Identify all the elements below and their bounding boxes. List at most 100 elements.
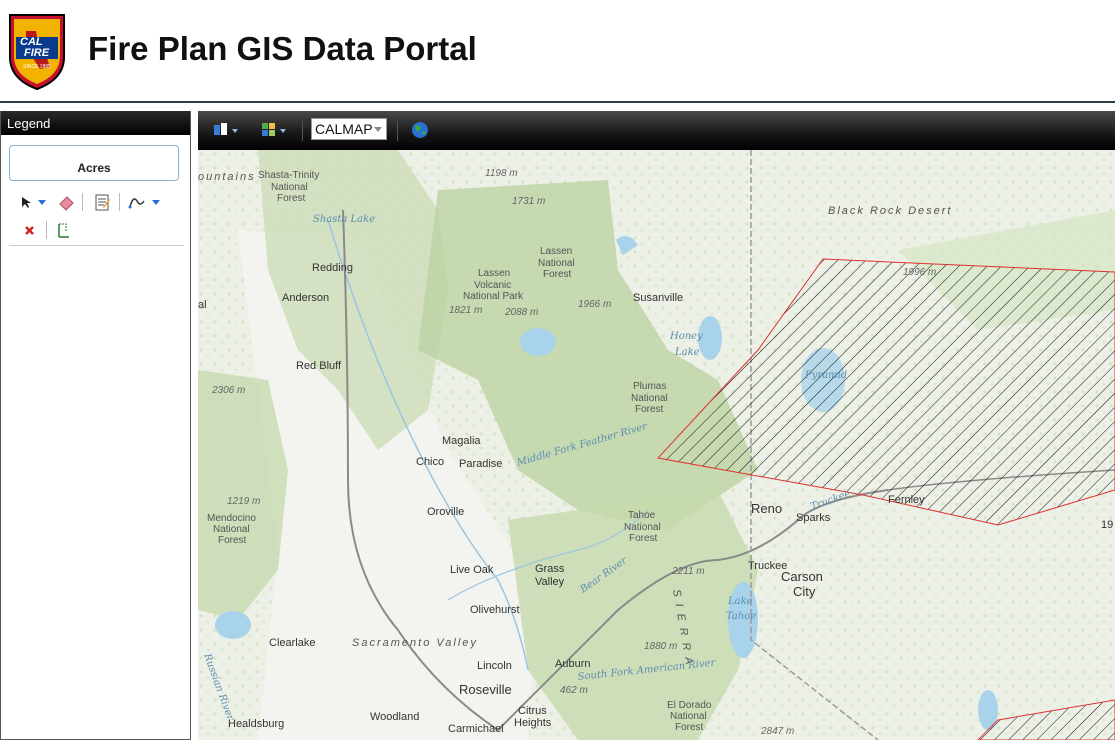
map-label-forest: Tahoe: [628, 510, 656, 521]
map-label-elevation: 1731 m: [512, 196, 545, 207]
notes-icon[interactable]: [93, 193, 111, 211]
map-label-water: Honey: [669, 331, 703, 342]
eraser-icon[interactable]: [57, 193, 75, 211]
map-label-forest: Plumas: [633, 381, 666, 392]
map-label-forest: National: [538, 258, 575, 269]
map-label-edge: al: [198, 299, 207, 311]
map-label-forest: Forest: [218, 535, 247, 546]
page-header: CAL FIRE SINCE 1885 Fire Plan GIS Data P…: [0, 0, 1115, 100]
tool-separator: [119, 193, 120, 211]
map-label-place: Magalia: [442, 435, 481, 447]
map-label-forest: El Dorado: [667, 700, 712, 711]
map-label-region: ountains: [198, 171, 256, 183]
map-label-forest: Mendocino: [207, 513, 256, 524]
map-label-place: Live Oak: [450, 564, 494, 576]
map-label-place: Carson: [781, 569, 823, 584]
map-label-forest: National: [631, 393, 668, 404]
map-label-forest: National: [213, 524, 250, 535]
map-label-forest: Volcanic: [474, 280, 511, 291]
map-label-place: Valley: [535, 576, 565, 588]
map-canvas[interactable]: Black Rock Desert Sacramento Valley ount…: [198, 150, 1115, 740]
map-label-elevation: 1996 m: [903, 267, 936, 278]
map-label-forest: National: [624, 522, 661, 533]
tool-separator: [82, 193, 83, 211]
map-label-place: Red Bluff: [296, 360, 342, 372]
map-label-place: Anderson: [282, 292, 329, 304]
map-label-place: Lincoln: [477, 660, 512, 672]
map-label-water: Lake: [727, 596, 753, 607]
map-label-place: Olivehurst: [470, 604, 520, 616]
map-label-place: Chico: [416, 456, 444, 468]
map-label-place: Roseville: [459, 682, 512, 697]
map-label-place: City: [793, 584, 816, 599]
map-label-elevation: 2088 m: [504, 307, 538, 318]
map-label-elevation: 1880 m: [644, 641, 677, 652]
toolbar-separator: [397, 121, 398, 141]
basemap-gallery-icon[interactable]: [260, 120, 290, 140]
map-label-forest: National: [670, 711, 707, 722]
map-label-place: Oroville: [427, 506, 464, 518]
map-label-place: Clearlake: [269, 637, 315, 649]
map-label-place: Healdsburg: [228, 718, 284, 730]
map-label-region: Black Rock Desert: [828, 205, 952, 217]
map-label-elevation: 1966 m: [578, 299, 611, 310]
map-label-elevation: 2847 m: [760, 726, 794, 737]
globe-icon[interactable]: [410, 120, 432, 140]
map-label-place: Woodland: [370, 711, 419, 723]
tool-separator: [46, 221, 47, 239]
map-label-forest: Forest: [277, 193, 306, 204]
logo-text-since: SINCE 1885: [23, 64, 51, 70]
map-label-elevation: 1198 m: [485, 168, 518, 179]
map-label-place: Susanville: [633, 292, 683, 304]
map-label-place: Auburn: [555, 658, 590, 670]
map-label-forest: National Park: [463, 291, 524, 302]
lake: [520, 328, 556, 356]
legend-header: Legend: [1, 111, 190, 135]
map-label-elevation: 2211 m: [671, 566, 705, 577]
toolbar-separator: [302, 121, 303, 141]
chevron-down-icon: [374, 127, 382, 132]
map-label-place: Sparks: [796, 512, 831, 524]
map-panel: CALMAP Black Rock Desert Sacramento Vall…: [198, 111, 1115, 740]
logo-text-fire: FIRE: [24, 47, 50, 59]
map-label-place: Heights: [514, 717, 552, 729]
map-label-water: Tahoe: [726, 611, 756, 622]
header-divider: [0, 101, 1115, 103]
map-label-forest: Forest: [543, 269, 572, 280]
map-label-elevation: 2306 m: [211, 385, 245, 396]
map-label-place: Reno: [751, 501, 782, 516]
map-label-forest: Forest: [635, 404, 664, 415]
map-label-place: Fernley: [888, 494, 925, 506]
select-arrow-icon[interactable]: [19, 193, 49, 211]
map-label-region: Sacramento Valley: [352, 637, 478, 649]
map-label-elevation: 462 m: [560, 685, 588, 696]
map-label-forest: National: [271, 182, 308, 193]
map-label-elevation: 1219 m: [227, 496, 260, 507]
acres-button[interactable]: Acres: [9, 145, 179, 181]
map-label-place: Paradise: [459, 458, 502, 470]
lake: [215, 611, 251, 639]
measure-icon[interactable]: [55, 221, 73, 239]
map-label-water: Lake: [674, 347, 700, 358]
map-label-forest: Lassen: [478, 268, 510, 279]
delete-icon[interactable]: [21, 221, 39, 239]
map-label-forest: Forest: [675, 722, 704, 733]
map-label-water: Pyramid: [804, 370, 847, 381]
map-label-forest: Forest: [629, 533, 658, 544]
map-label-place: Citrus: [518, 705, 547, 717]
page-title: Fire Plan GIS Data Portal: [88, 30, 477, 67]
basemap-select-value: CALMAP: [315, 121, 373, 137]
map-label-forest: Lassen: [540, 246, 572, 257]
bookmarks-icon[interactable]: [212, 120, 242, 140]
map-label-place: Grass: [535, 563, 565, 575]
map-label-elevation: 1821 m: [449, 305, 482, 316]
basemap-select[interactable]: CALMAP: [311, 118, 387, 140]
map-label-edge: 19: [1101, 519, 1113, 531]
map-label-place: Redding: [312, 262, 353, 274]
legend-panel: Legend Acres: [0, 111, 191, 740]
map-label-place: Carmichael: [448, 723, 504, 735]
freehand-line-icon[interactable]: [127, 193, 163, 211]
cal-fire-logo: CAL FIRE SINCE 1885: [6, 9, 68, 91]
legend-toolbar: [9, 189, 184, 246]
map-label-forest: Shasta-Trinity: [258, 170, 319, 181]
